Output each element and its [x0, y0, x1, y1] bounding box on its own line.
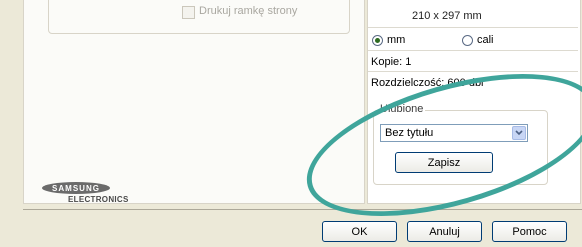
ok-button[interactable]: OK: [322, 221, 397, 242]
print-page-border-checkbox[interactable]: [182, 6, 195, 19]
cancel-button[interactable]: Anuluj: [407, 221, 482, 242]
unit-inch-label: cali: [477, 34, 494, 46]
copies-label: Kopie: 1: [371, 56, 412, 68]
resolution-row: Rozdzielczość: 600 dpi: [371, 75, 576, 86]
save-favorite-button[interactable]: Zapisz: [395, 152, 493, 173]
print-page-border-label: Drukuj ramkę strony: [199, 5, 298, 17]
separator: [368, 50, 578, 51]
favorites-select[interactable]: Bez tytułu: [380, 124, 528, 142]
paper-size-label: 210 x 297 mm: [412, 10, 482, 22]
chevron-down-icon[interactable]: [512, 126, 526, 140]
favorites-group: [373, 110, 548, 185]
print-properties-dialog: { "layout_panel": { "print_page_border_l…: [0, 0, 582, 247]
footer-separator: [23, 209, 582, 210]
samsung-electronics-label: ELECTRONICS: [68, 195, 129, 204]
separator: [368, 71, 578, 72]
help-button[interactable]: Pomoc: [492, 221, 567, 242]
unit-mm-label: mm: [387, 34, 406, 46]
samsung-logo: SAMSUNG: [42, 182, 110, 194]
separator: [368, 27, 578, 28]
unit-mm-radio[interactable]: [372, 35, 383, 46]
unit-inch-radio[interactable]: [462, 35, 473, 46]
resolution-label: Rozdzielczość: 600 dpi: [371, 77, 484, 86]
favorites-legend: Ulubione: [378, 103, 426, 115]
favorites-select-value: Bez tytułu: [385, 127, 434, 139]
